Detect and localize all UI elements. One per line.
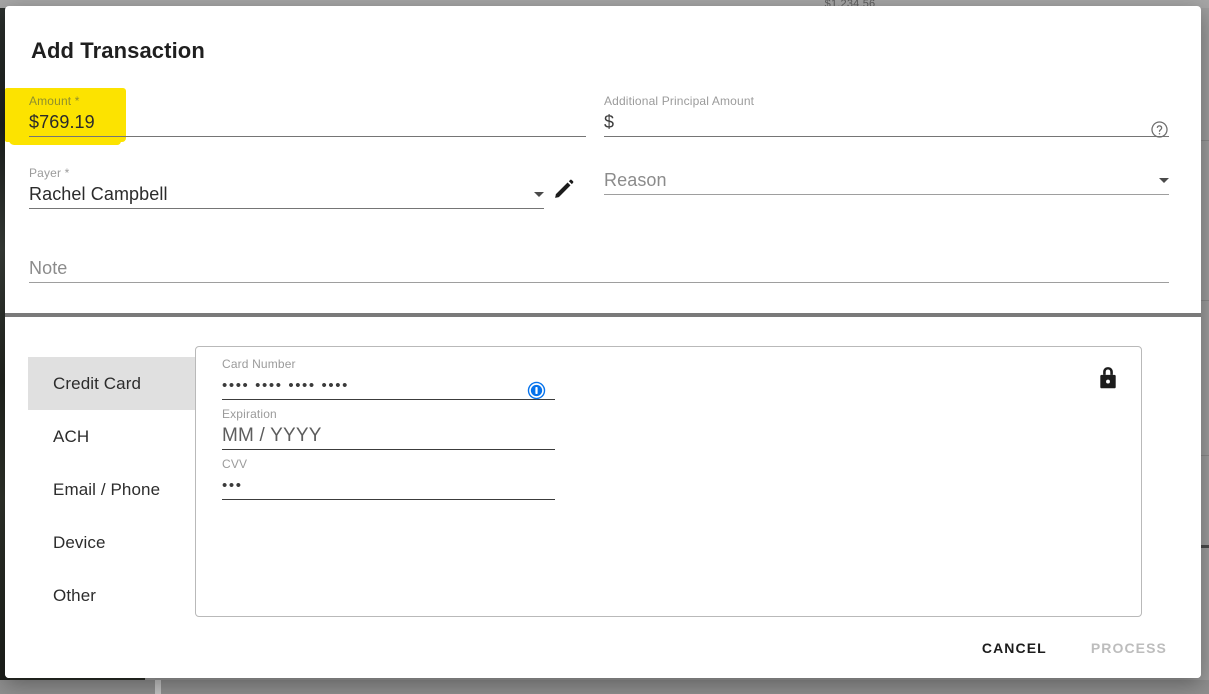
card-number-input[interactable]: Card Number •••• •••• •••• •••• — [222, 357, 555, 400]
note-field-underline — [29, 282, 1169, 283]
chevron-down-icon[interactable] — [1159, 178, 1169, 183]
additional-principal-underline — [604, 136, 1169, 137]
credit-card-form-panel: Card Number •••• •••• •••• •••• Expirati… — [195, 346, 1142, 617]
backdrop-right-row-divider — [1200, 455, 1209, 456]
card-cvv-underline — [222, 499, 555, 500]
card-expiration-label: Expiration — [222, 407, 277, 421]
dialog-footer: CANCEL PROCESS — [978, 634, 1171, 662]
page-title: Add Transaction — [31, 38, 205, 63]
note-input[interactable]: Note — [29, 254, 1169, 283]
onepassword-icon[interactable] — [527, 381, 546, 400]
payment-method-device[interactable]: Device — [28, 516, 218, 569]
card-expiration-input[interactable]: Expiration MM / YYYY — [222, 407, 555, 450]
card-expiration-underline — [222, 449, 555, 450]
chevron-down-icon[interactable] — [534, 192, 544, 197]
backdrop-right-row-divider — [1200, 300, 1209, 301]
payment-method-other[interactable]: Other — [28, 569, 218, 622]
pencil-icon[interactable] — [553, 178, 575, 200]
payment-method-list: Credit Card ACH Email / Phone Device Oth… — [28, 357, 218, 622]
payment-method-credit-card[interactable]: Credit Card — [28, 357, 218, 410]
backdrop-right-row-divider — [1200, 545, 1209, 548]
note-field-placeholder: Note — [29, 258, 68, 278]
payer-select[interactable]: Payer * Rachel Campbell — [29, 166, 544, 209]
backdrop-bottom-strip — [0, 680, 1209, 694]
card-number-label: Card Number — [222, 357, 296, 371]
payment-method-email-phone[interactable]: Email / Phone — [28, 463, 218, 516]
reason-select[interactable]: Reason — [604, 166, 1169, 195]
cancel-button[interactable]: CANCEL — [978, 634, 1051, 662]
help-circle-icon[interactable] — [1150, 120, 1169, 139]
backdrop-bottom-gap — [155, 680, 161, 694]
backdrop-right-row-divider — [1200, 140, 1209, 141]
amount-field[interactable]: Amount * $769.19 — [29, 94, 586, 137]
backdrop-right-column — [1200, 8, 1209, 694]
reason-field-underline — [604, 194, 1169, 195]
reason-field-placeholder: Reason — [604, 170, 667, 190]
payment-method-region: Credit Card ACH Email / Phone Device Oth… — [5, 317, 1201, 678]
transaction-form-region: Add Transaction Amount * $769.19 Additio… — [5, 6, 1201, 317]
additional-principal-label: Additional Principal Amount — [604, 94, 755, 108]
payer-field-value: Rachel Campbell — [29, 184, 168, 204]
card-number-underline — [222, 399, 555, 400]
additional-principal-field[interactable]: Additional Principal Amount $ — [604, 94, 1169, 139]
process-button: PROCESS — [1087, 634, 1171, 662]
payer-field-underline — [29, 208, 544, 209]
additional-principal-value: $ — [604, 112, 615, 132]
card-cvv-label: CVV — [222, 457, 248, 471]
card-cvv-input[interactable]: CVV ••• — [222, 457, 555, 500]
lock-icon — [1097, 365, 1119, 391]
card-expiration-placeholder: MM / YYYY — [222, 425, 322, 446]
card-cvv-value: ••• — [222, 477, 243, 494]
add-transaction-dialog: Add Transaction Amount * $769.19 Additio… — [5, 6, 1201, 678]
amount-field-underline — [29, 136, 586, 137]
payment-method-ach[interactable]: ACH — [28, 410, 218, 463]
card-number-value: •••• •••• •••• •••• — [222, 377, 349, 394]
payer-field-label: Payer * — [29, 166, 70, 180]
amount-field-label: Amount * — [29, 94, 80, 108]
amount-field-value: $769.19 — [29, 112, 95, 132]
